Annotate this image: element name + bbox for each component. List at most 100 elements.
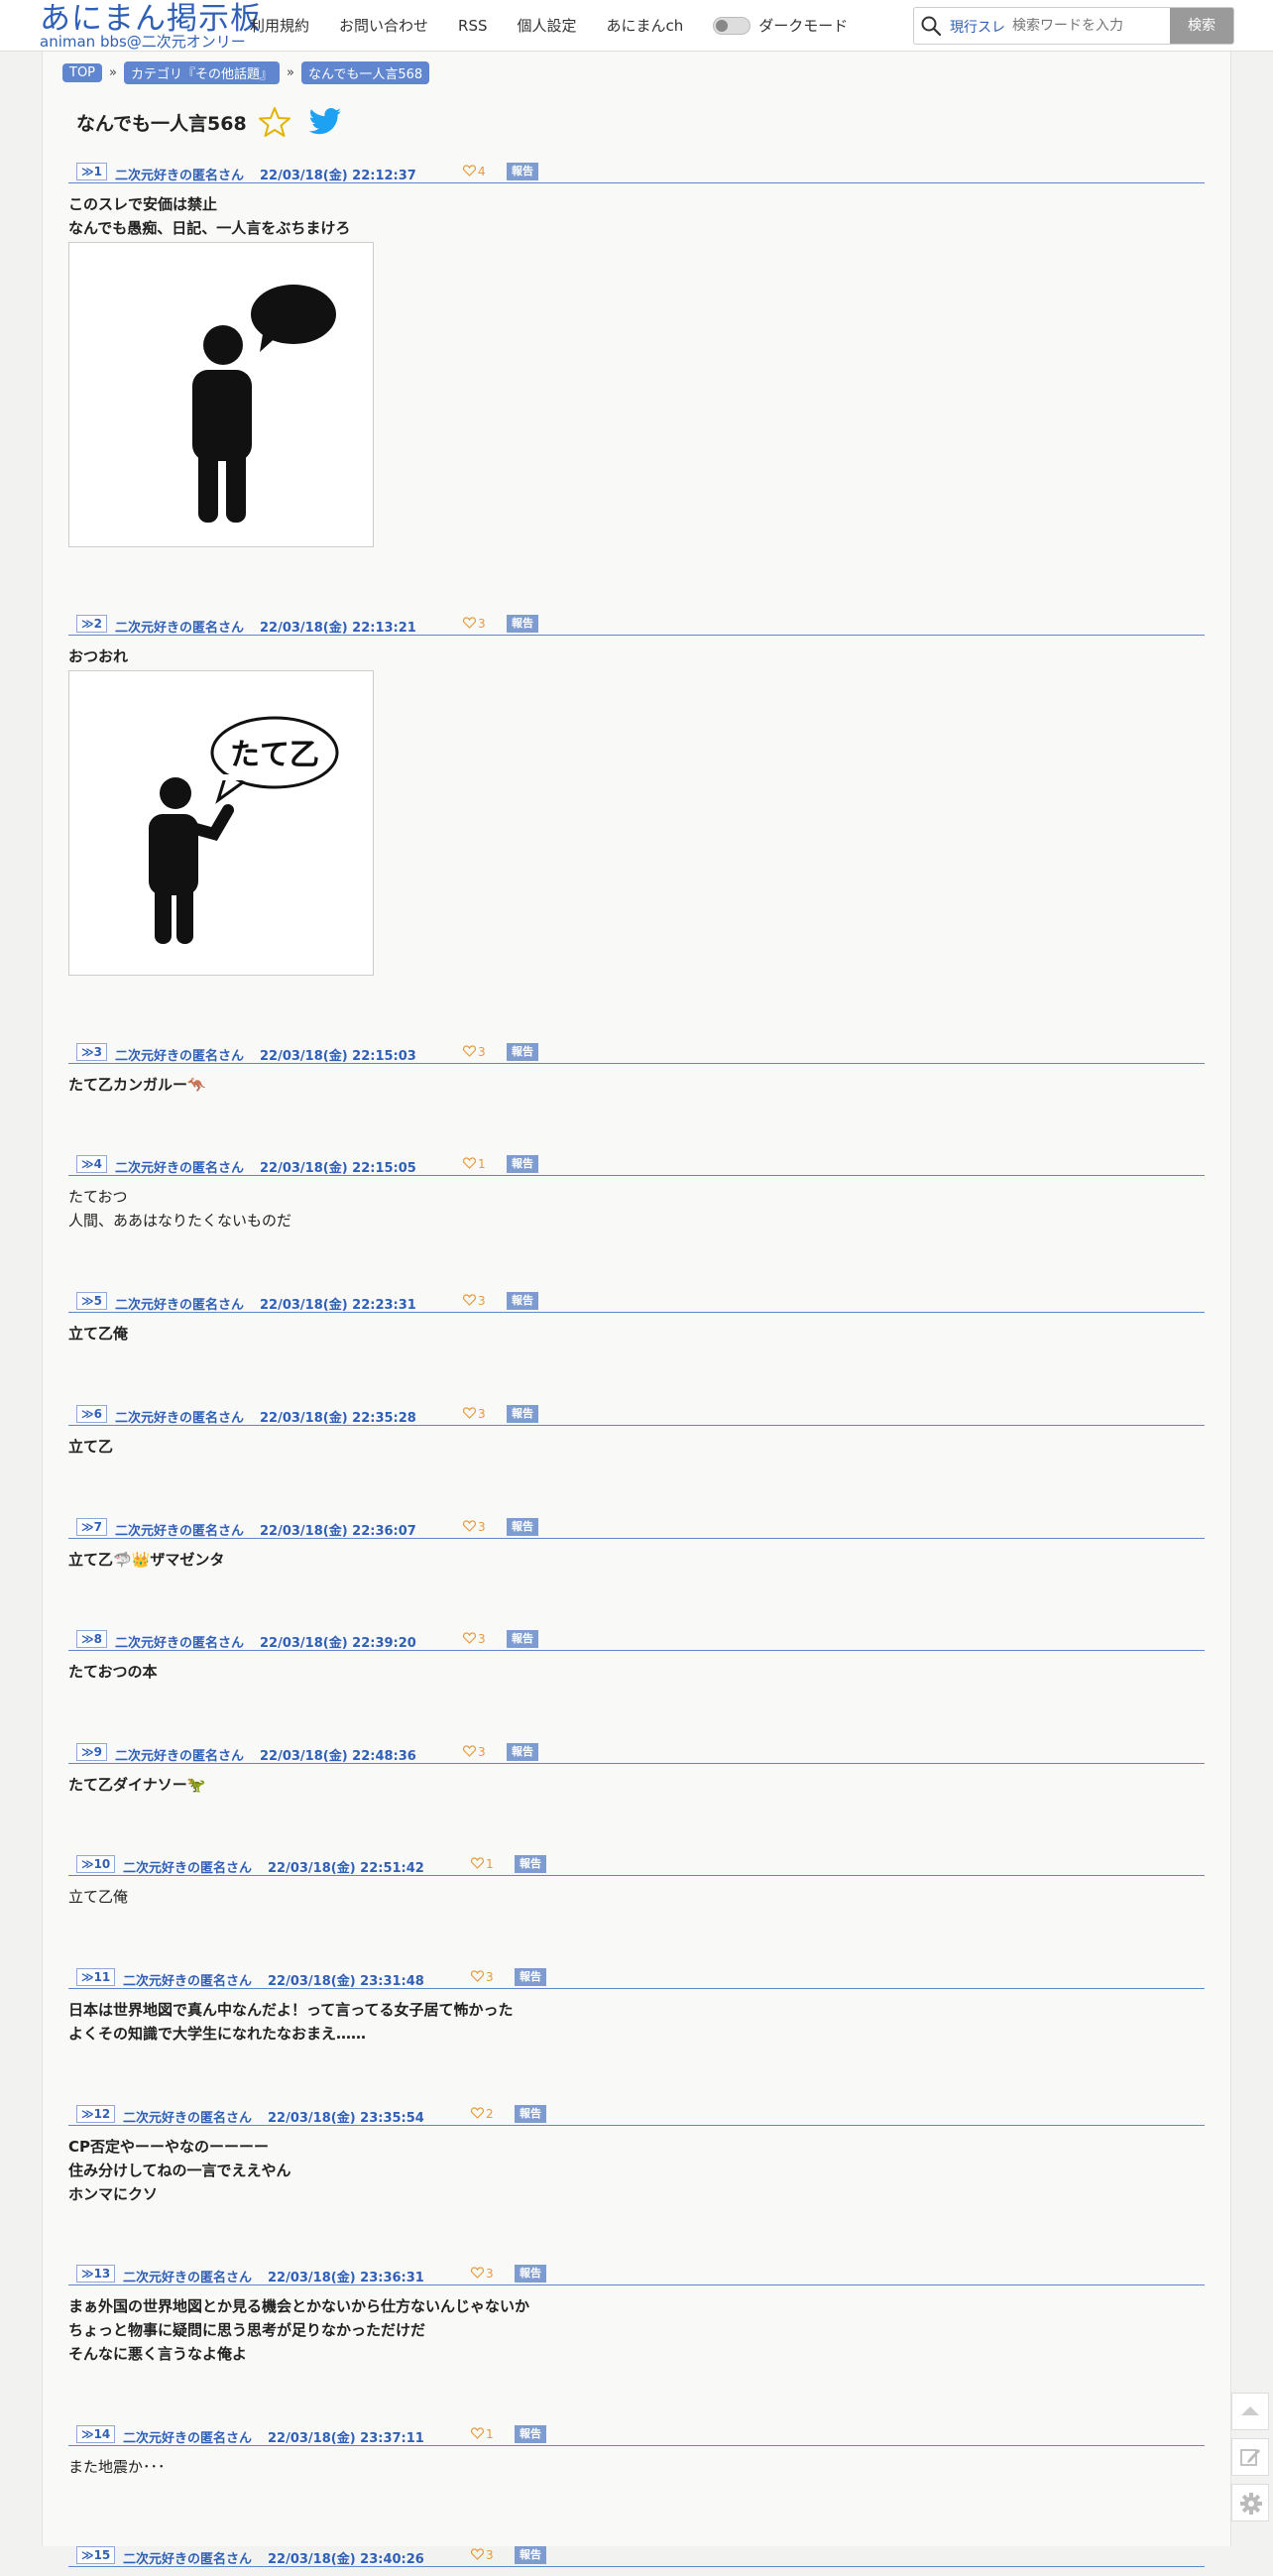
dark-mode-toggle[interactable] [713, 16, 752, 35]
like-button[interactable]: 3 [471, 2548, 494, 2562]
post-number-link[interactable]: ≫10 [76, 1855, 116, 1873]
report-button[interactable]: 報告 [515, 2546, 546, 2564]
nav-settings-link[interactable]: 個人設定 [518, 15, 577, 36]
post-number-link[interactable]: ≫4 [76, 1155, 107, 1173]
post-header: ≫11 二次元好きの匿名さん 22/03/18(金) 23:31:48 3 報告 [68, 1958, 1205, 1989]
like-count: 2 [486, 2107, 494, 2121]
like-button[interactable]: 3 [471, 2267, 494, 2281]
report-button[interactable]: 報告 [507, 1630, 538, 1648]
report-button[interactable]: 報告 [515, 2265, 546, 2283]
report-button[interactable]: 報告 [515, 2425, 546, 2443]
site-logo[interactable]: あにまん掲示板 animan bbs@二次元オンリー [40, 2, 262, 50]
poster-name: 二次元好きの匿名さん [123, 2271, 253, 2285]
post-text-line: ホンマにクソ [68, 2185, 159, 2203]
heart-icon [463, 1157, 476, 1169]
scroll-top-button[interactable] [1231, 2393, 1269, 2430]
post-number-link[interactable]: ≫12 [76, 2105, 116, 2123]
poster-name: 二次元好きの匿名さん [115, 1298, 245, 1313]
breadcrumb: TOP » カテゴリ『その他話題』 » なんでも一人言568 [62, 61, 430, 84]
nav-terms-link[interactable]: 利用規約 [250, 15, 309, 36]
report-button[interactable]: 報告 [507, 1405, 538, 1423]
image-caption-text: たて乙 [230, 738, 319, 772]
report-button[interactable]: 報告 [507, 1292, 538, 1310]
post-number-link[interactable]: ≫11 [76, 1968, 116, 1986]
post-date: 22/03/18(金) 22:15:03 [260, 1049, 416, 1064]
like-button[interactable]: 3 [463, 1520, 486, 1534]
post: ≫9 二次元好きの匿名さん 22/03/18(金) 22:48:36 3 報告 たて乙ダイ… [68, 1733, 1205, 1797]
nav-animanch-link[interactable]: あにまんch [607, 15, 684, 36]
search-scope-select[interactable]: 現行スレ [950, 17, 1005, 37]
heart-icon [471, 1970, 484, 1982]
write-post-button[interactable] [1231, 2438, 1269, 2476]
report-button[interactable]: 報告 [515, 1968, 546, 1986]
like-button[interactable]: 3 [471, 1970, 494, 1984]
nav-rss-link[interactable]: RSS [458, 17, 487, 35]
post-header: ≫14 二次元好きの匿名さん 22/03/18(金) 23:37:11 1 報告 [68, 2415, 1205, 2446]
post: ≫2 二次元好きの匿名さん 22/03/18(金) 22:13:21 3 報告 おつおれた… [68, 605, 1205, 976]
post-body: 立て乙俺 [68, 1885, 1205, 1909]
search-button[interactable]: 検索 [1170, 8, 1233, 44]
post-image[interactable] [68, 242, 374, 547]
like-button[interactable]: 3 [463, 1045, 486, 1059]
favorite-star-icon[interactable] [259, 106, 290, 138]
post-number-link[interactable]: ≫1 [76, 163, 107, 180]
report-button[interactable]: 報告 [515, 1855, 546, 1873]
like-count: 3 [486, 1970, 494, 1984]
post-number-link[interactable]: ≫6 [76, 1405, 107, 1423]
like-button[interactable]: 3 [463, 617, 486, 631]
post-number-link[interactable]: ≫14 [76, 2425, 116, 2443]
like-button[interactable]: 2 [471, 2107, 494, 2121]
post-body: 立て乙 [68, 1435, 1205, 1459]
report-button[interactable]: 報告 [507, 615, 538, 633]
post: ≫14 二次元好きの匿名さん 22/03/18(金) 23:37:11 1 報告 また地震… [68, 2415, 1205, 2479]
report-button[interactable]: 報告 [507, 1043, 538, 1061]
like-button[interactable]: 3 [463, 1632, 486, 1646]
report-button[interactable]: 報告 [507, 1518, 538, 1536]
breadcrumb-top[interactable]: TOP [62, 63, 103, 82]
post-date: 22/03/18(金) 23:36:31 [268, 2271, 424, 2285]
gear-icon [1240, 2493, 1262, 2515]
post-body: CP否定やーーやなのーーーー 住み分けしてねの一言でええやん ホンマにクソ [68, 2135, 1205, 2206]
nav-contact-link[interactable]: お問い合わせ [339, 15, 428, 36]
heart-icon [463, 1407, 476, 1419]
search-input[interactable] [1010, 14, 1163, 38]
poster-name: 二次元好きの匿名さん [115, 1524, 245, 1539]
like-button[interactable]: 3 [463, 1407, 486, 1421]
post-number: 5 [93, 1294, 102, 1308]
like-count: 3 [486, 2267, 494, 2281]
dark-mode-label: ダークモード [758, 17, 849, 35]
breadcrumb-category[interactable]: カテゴリ『その他話題』 [123, 61, 280, 84]
like-button[interactable]: 1 [463, 1157, 486, 1171]
post-number-link[interactable]: ≫3 [76, 1043, 107, 1061]
like-button[interactable]: 4 [463, 165, 486, 178]
twitter-share-icon[interactable] [308, 107, 342, 137]
thread-title: なんでも一人言568 [76, 113, 247, 135]
like-count: 1 [486, 2427, 494, 2441]
like-button[interactable]: 3 [463, 1294, 486, 1308]
post-number-link[interactable]: ≫15 [76, 2546, 116, 2564]
like-count: 3 [478, 617, 486, 631]
post-number-link[interactable]: ≫13 [76, 2265, 116, 2283]
post-number-link[interactable]: ≫9 [76, 1743, 107, 1761]
post-number-link[interactable]: ≫8 [76, 1630, 107, 1648]
post-image[interactable]: たて乙 [68, 670, 374, 976]
like-button[interactable]: 1 [471, 1857, 494, 1871]
settings-button[interactable] [1231, 2484, 1269, 2521]
post: ≫4 二次元好きの匿名さん 22/03/18(金) 22:15:05 1 報告 たておつ人… [68, 1145, 1205, 1232]
post-number-link[interactable]: ≫5 [76, 1292, 107, 1310]
like-button[interactable]: 3 [463, 1745, 486, 1759]
report-button[interactable]: 報告 [507, 1155, 538, 1173]
post-number-link[interactable]: ≫2 [76, 615, 107, 633]
post-text-line: 立て乙俺 [68, 1325, 129, 1343]
post-number-link[interactable]: ≫7 [76, 1518, 107, 1536]
post-body: 日本は世界地図で真ん中なんだよ！って言ってる女子居て怖かった よくその知識で大学生… [68, 1998, 1205, 2046]
breadcrumb-thread[interactable]: なんでも一人言568 [300, 61, 430, 84]
report-button[interactable]: 報告 [515, 2105, 546, 2123]
post-text-line: よくその知識で大学生になれたなおまえ…… [68, 2025, 367, 2043]
heart-icon [471, 2427, 484, 2439]
like-count: 3 [486, 2548, 494, 2562]
dark-mode-control: ダークモード [713, 15, 848, 36]
report-button[interactable]: 報告 [507, 163, 538, 180]
report-button[interactable]: 報告 [507, 1743, 538, 1761]
like-button[interactable]: 1 [471, 2427, 494, 2441]
